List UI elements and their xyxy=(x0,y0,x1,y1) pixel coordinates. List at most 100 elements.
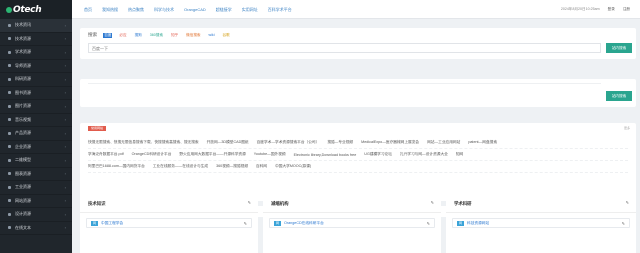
panel-item[interactable]: 网 中国工程学会 ✎ xyxy=(86,218,252,228)
menu-icon xyxy=(8,226,11,230)
site-search-button[interactable]: 站内搜索 xyxy=(606,43,632,53)
site-link[interactable]: 开放网—3D模型CAD图纸 xyxy=(207,140,249,145)
second-search-button[interactable]: 站内搜索 xyxy=(606,91,632,101)
sidebar-item[interactable]: 网站资源 › xyxy=(0,195,72,208)
site-link[interactable]: 百度学术—学术资源搜索平台（公司） xyxy=(257,140,320,145)
chevron-right-icon: › xyxy=(64,144,66,150)
common-links-card: 常用网站 更多 快搜无限搜索、快搜无限信息搜索下载、快搜搜索高搜索、搜无搜索 开放… xyxy=(80,123,636,201)
site-link[interactable]: 快搜无限搜索、快搜无限信息搜索下载、快搜搜索高搜索、搜无搜索 xyxy=(88,140,199,145)
sidebar-item-label: 在线文本 xyxy=(15,224,31,230)
chevron-right-icon: › xyxy=(64,225,66,231)
sidebar-item-label: 图表资源 xyxy=(15,170,31,176)
edit-icon[interactable]: ✎ xyxy=(248,200,251,205)
panel-item-label: 中国工程学会 xyxy=(101,220,124,225)
site-link[interactable]: MedicalExpo—医疗器械网上展览会 xyxy=(361,140,419,145)
site-link[interactable]: 搜狐—专业视频 xyxy=(327,140,353,145)
menu-icon xyxy=(8,37,11,41)
menu-icon xyxy=(8,158,11,162)
top-nav-link[interactable]: OrangeCAD xyxy=(184,7,206,12)
more-links[interactable]: 更多 xyxy=(624,126,630,130)
sidebar-item-label: 导师资源 xyxy=(15,62,31,68)
site-link[interactable]: 工业在线服务——在线设计与生成 xyxy=(153,164,208,169)
top-nav-link[interactable]: 我知热搜 xyxy=(102,7,118,13)
search-engine-tab[interactable]: 360搜索 xyxy=(149,33,164,38)
site-link[interactable]: 百科网 xyxy=(256,164,267,169)
panel-1: 技术知识 ✎ 网 中国工程学会 ✎ xyxy=(80,192,258,253)
site-link[interactable]: 学海泛舟数据平台.pdf xyxy=(88,152,124,157)
sidebar-item[interactable]: 导师资源 › xyxy=(0,60,72,73)
search-engine-tab[interactable]: 谷歌 xyxy=(222,33,231,38)
chevron-right-icon: › xyxy=(64,90,66,96)
sidebar-item[interactable]: 技术资讯 › xyxy=(0,19,72,33)
chevron-right-icon: › xyxy=(64,103,66,109)
edit-icon[interactable]: ✎ xyxy=(626,200,629,205)
sidebar-item-label: 图书资源 xyxy=(15,89,31,95)
search-engine-tab[interactable]: 百度 xyxy=(103,32,113,38)
menu-icon xyxy=(8,50,11,54)
sidebar-item[interactable]: 产品资源 › xyxy=(0,127,72,141)
edit-icon[interactable]: ✎ xyxy=(431,200,434,205)
sidebar-item[interactable]: 技术资源 › xyxy=(0,33,72,46)
menu-icon xyxy=(8,185,11,189)
chevron-right-icon: › xyxy=(64,49,66,55)
chevron-right-icon: › xyxy=(64,211,66,217)
panel-item-label: OrangeCD在线科研平台 xyxy=(284,220,324,225)
sidebar-item[interactable]: 图表资源 › xyxy=(0,168,72,181)
sidebar-item[interactable]: 音乐视频 › xyxy=(0,114,72,127)
sidebar-item-label: 学术资源 xyxy=(15,49,31,55)
sidebar-item[interactable]: 设计资源 › xyxy=(0,208,72,222)
menu-icon xyxy=(8,131,11,135)
search-engine-tab[interactable]: 搜狗 xyxy=(134,33,143,38)
menu-icon xyxy=(8,104,11,108)
site-link[interactable]: patent—网盘搜索 xyxy=(468,140,497,145)
top-nav-link[interactable]: 实用网址 xyxy=(242,7,258,13)
login-link[interactable]: 登录 xyxy=(608,7,615,12)
panel-title: 技术知识 xyxy=(88,201,106,206)
sidebar-item-label: 产品资源 xyxy=(15,130,31,136)
register-link[interactable]: 注册 xyxy=(623,7,630,12)
edit-icon[interactable]: ✎ xyxy=(427,221,430,226)
sidebar-item[interactable]: 在线文本 › xyxy=(0,222,72,235)
top-nav-link[interactable]: 热点聚焦 xyxy=(128,7,144,13)
sidebar: Otech 技术资讯 › 技术资源 › 学术资源 › 导师资源 › 科研资源 › 图书资源 › 图片资源… xyxy=(0,0,72,253)
edit-icon[interactable]: ✎ xyxy=(244,221,247,226)
site-link[interactable]: 扎兴学习与网—设计资源大全 xyxy=(400,152,448,157)
site-link[interactable]: 知网 xyxy=(456,152,463,157)
panel-item[interactable]: 网 OrangeCD在线科研平台 ✎ xyxy=(269,218,435,228)
sidebar-item[interactable]: 二维模型 › xyxy=(0,154,72,168)
chevron-right-icon: › xyxy=(64,171,66,177)
site-link[interactable]: Electronic library,Download books free xyxy=(294,153,357,157)
top-nav-link[interactable]: 首页 xyxy=(84,7,92,13)
sidebar-item[interactable]: 学术资源 › xyxy=(0,46,72,60)
edit-icon[interactable]: ✎ xyxy=(622,221,625,226)
logo[interactable]: Otech xyxy=(0,0,72,19)
menu-icon xyxy=(8,172,11,176)
panel-tag: 网 xyxy=(91,220,99,226)
site-link[interactable]: 野火应用网大数据平台——开源科学资源 xyxy=(179,152,245,157)
site-link[interactable]: UG建模学习论坛 xyxy=(364,152,392,157)
site-link[interactable]: OrangeCD科研设计平台 xyxy=(132,152,172,157)
top-nav-link[interactable]: 百科学术平台 xyxy=(268,7,292,13)
search-engine-tab[interactable]: 知乎 xyxy=(170,33,179,38)
top-nav-link[interactable]: 超链接学 xyxy=(216,7,232,13)
menu-icon xyxy=(8,64,11,68)
site-link[interactable]: Youtube—国外视频 xyxy=(254,152,286,157)
search-engine-tab[interactable]: wiki xyxy=(208,33,216,37)
sidebar-item[interactable]: 图片资源 › xyxy=(0,100,72,114)
search-engine-tabs: 搜索 百度 必应 搜狗 360搜索 知乎 微信搜索 wiki 谷歌 xyxy=(88,32,237,38)
sidebar-item[interactable]: 工业资源 › xyxy=(0,181,72,195)
site-link[interactable]: 网站—工业应用网站 xyxy=(427,140,460,145)
search-engine-tab[interactable]: 必应 xyxy=(118,33,127,38)
sidebar-item[interactable]: 企业资源 › xyxy=(0,141,72,154)
search-label: 搜索 xyxy=(88,32,98,37)
site-link[interactable]: 中国大学MOOC(慕课) xyxy=(275,164,311,169)
top-nav-link[interactable]: 科学与技术 xyxy=(154,7,174,13)
panel-item[interactable]: 网 科技资源网站 ✎ xyxy=(452,218,630,228)
search-engine-tab[interactable]: 微信搜索 xyxy=(185,33,201,38)
site-link[interactable]: 360视频—搜狐视频 xyxy=(216,164,248,169)
search-input[interactable] xyxy=(88,43,601,53)
panel-tag: 网 xyxy=(457,220,465,226)
sidebar-item[interactable]: 科研资源 › xyxy=(0,73,72,87)
site-link[interactable]: 阿里巴巴1688.com—国内网货平台 xyxy=(88,164,145,169)
sidebar-item[interactable]: 图书资源 › xyxy=(0,87,72,100)
